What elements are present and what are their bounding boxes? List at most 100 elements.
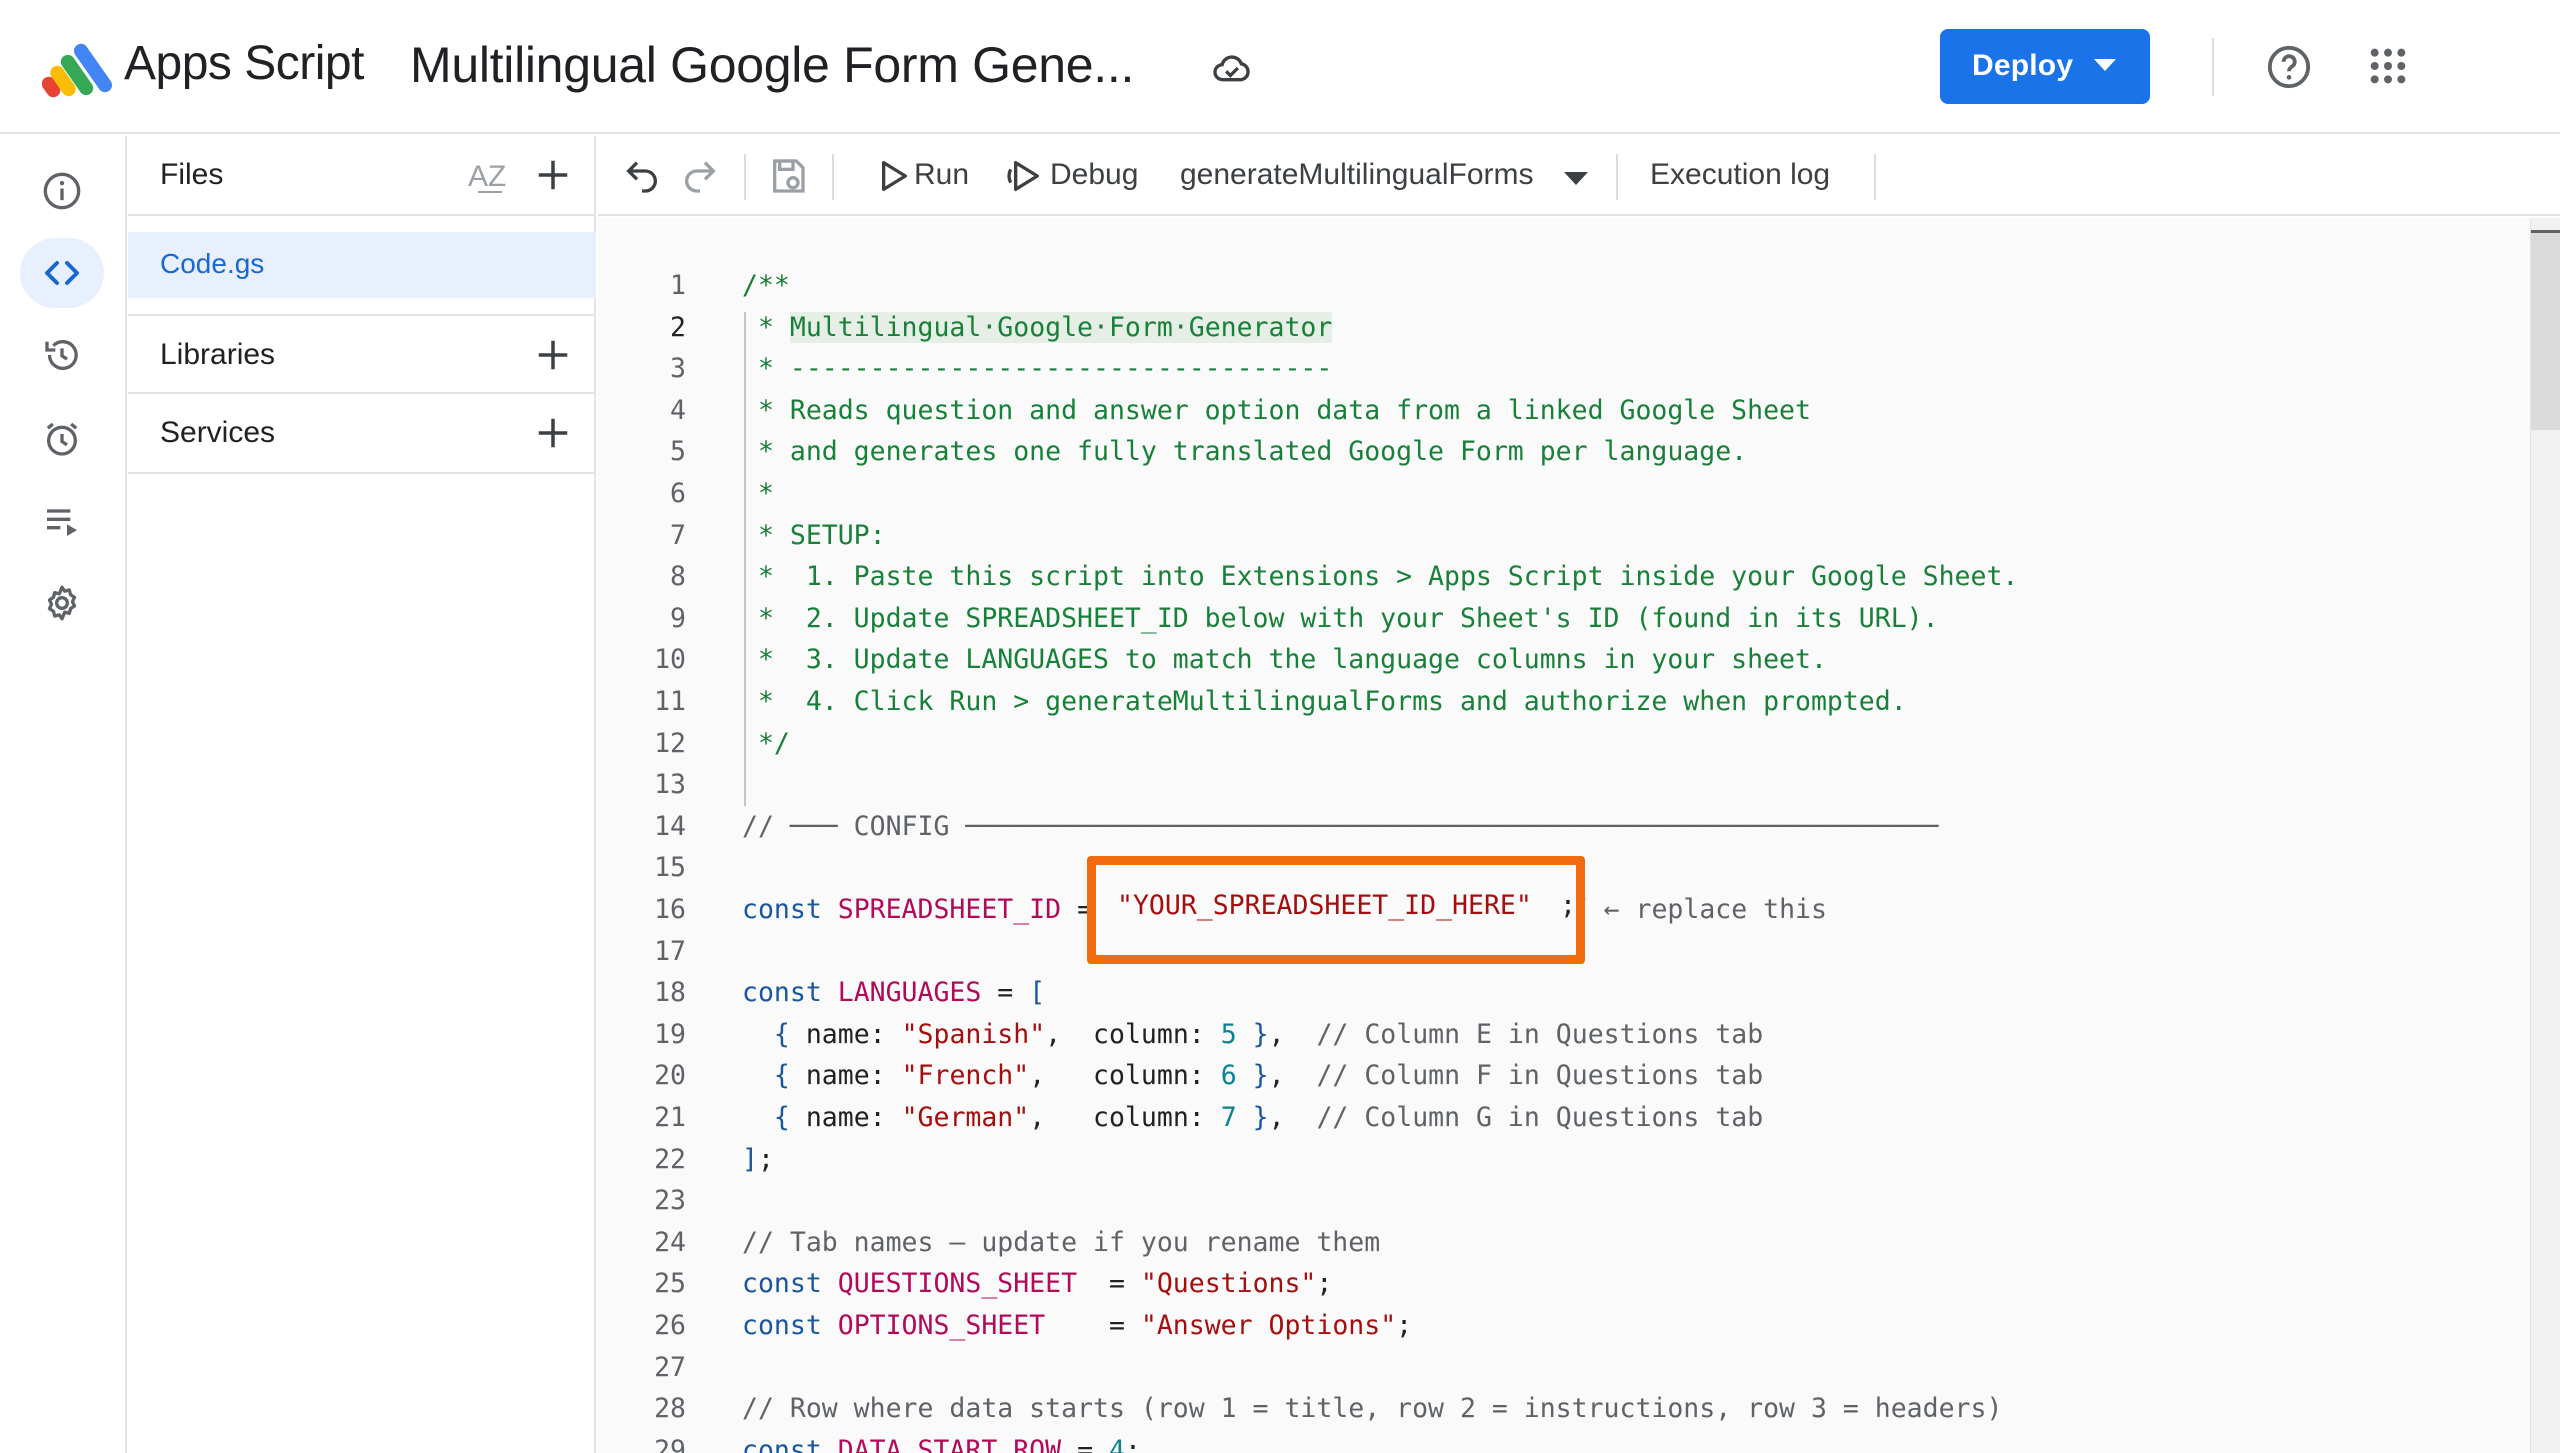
run-button[interactable]: Run — [914, 158, 969, 192]
libraries-section[interactable]: Libraries — [128, 314, 596, 394]
code-token: { — [742, 1102, 806, 1133]
code-text: * Multilingual·Google·Form·Generator — [742, 307, 1333, 348]
debug-button[interactable]: Debug — [1050, 158, 1138, 192]
code-line[interactable]: 23 — [598, 1180, 2530, 1221]
add-service-icon[interactable] — [534, 414, 572, 452]
triggers-button[interactable] — [20, 404, 104, 474]
code-text: * 4. Click Run > generateMultilingualFor… — [742, 681, 1907, 722]
code-line[interactable]: 26 const OPTIONS_SHEET = "Answer Options"… — [598, 1305, 2530, 1346]
code-line[interactable]: 11 * 4. Click Run > generateMultilingual… — [598, 681, 2530, 722]
save-icon[interactable] — [768, 156, 808, 196]
code-line[interactable]: 19 { name: "Spanish", column: 5 }, // Co… — [598, 1014, 2530, 1055]
code-token: * 4. Click Run > generateMultilingualFor… — [742, 686, 1907, 717]
code-token: 5 — [1220, 1018, 1237, 1050]
code-token: const — [742, 977, 838, 1009]
spreadsheet-id-string[interactable]: "YOUR_SPREADSHEET_ID_HERE" — [1117, 885, 1532, 926]
project-title[interactable]: Multilingual Google Form Gene... — [410, 36, 1134, 94]
add-file-icon[interactable] — [534, 156, 572, 194]
code-line[interactable]: 9 * 2. Update SPREADSHEET_ID below with … — [598, 598, 2530, 639]
project-history-button[interactable] — [20, 320, 104, 390]
code-token: = — [1077, 1268, 1141, 1300]
code-line[interactable]: 29 const DATA_START_ROW = 4; — [598, 1430, 2530, 1453]
code-token: , — [1268, 1102, 1317, 1133]
code-line[interactable]: 22]; — [598, 1139, 2530, 1180]
code-token: , — [1268, 1018, 1317, 1050]
code-text: const OPTIONS_SHEET = "Answer Options"; — [742, 1305, 1412, 1346]
line-number: 5 — [670, 436, 686, 468]
code-token: LANGUAGES — [837, 977, 982, 1009]
code-line[interactable]: 4 * Reads question and answer option dat… — [598, 390, 2530, 431]
editor-button[interactable] — [20, 238, 104, 308]
code-line[interactable]: 3 * ---------------------------------- — [598, 348, 2530, 389]
toolbar-divider — [744, 154, 746, 200]
code-line[interactable]: 1 /** — [598, 265, 2530, 306]
code-line[interactable]: 13 — [598, 764, 2530, 805]
code-line[interactable]: 27 — [598, 1347, 2530, 1388]
code-line[interactable]: 20 { name: "French", column: 6 }, // Col… — [598, 1055, 2530, 1096]
services-section[interactable]: Services — [128, 394, 596, 474]
code-token: DATA_START_ROW — [837, 1434, 1062, 1453]
code-text: { name: "German", column: 7 }, // Column… — [742, 1097, 1763, 1138]
line-number: 23 — [654, 1185, 686, 1217]
code-line[interactable]: 18 const LANGUAGES = [ — [598, 972, 2530, 1013]
code-token: */ — [742, 727, 790, 759]
code-text: { name: "Spanish", column: 5 }, // Colum… — [742, 1014, 1763, 1055]
code-token: : — [869, 1102, 902, 1133]
line-number: 8 — [670, 561, 686, 593]
project-settings-button[interactable] — [20, 568, 104, 638]
files-panel: Files AZ Code.gs Libraries Services — [128, 136, 596, 1453]
play-icon[interactable] — [872, 156, 912, 196]
deploy-button[interactable]: Deploy — [1940, 29, 2150, 104]
code-line[interactable]: 7 * SETUP: — [598, 515, 2530, 556]
undo-icon[interactable] — [622, 156, 662, 196]
help-icon[interactable] — [2266, 44, 2312, 90]
overview-button[interactable] — [20, 156, 104, 226]
editor-toolbar: Run Debug generateMultilingualForms Exec… — [598, 136, 2560, 216]
debug-icon[interactable] — [1004, 156, 1044, 196]
add-library-icon[interactable] — [534, 336, 572, 374]
executions-button[interactable] — [20, 486, 104, 556]
execution-log-button[interactable]: Execution log — [1650, 158, 1830, 192]
scrollbar-thumb[interactable] — [2531, 230, 2560, 430]
google-apps-icon[interactable] — [2368, 46, 2408, 86]
code-line[interactable]: 12 */ — [598, 723, 2530, 764]
code-line[interactable]: 28 // Row where data starts (row 1 = titl… — [598, 1388, 2530, 1429]
toolbar-divider — [832, 154, 834, 200]
app-name[interactable]: Apps Script — [124, 36, 364, 91]
code-token: const — [742, 1268, 838, 1300]
function-selector[interactable]: generateMultilingualForms — [1180, 158, 1534, 192]
line-number: 7 — [670, 519, 686, 551]
code-line[interactable]: 10 * 3. Update LANGUAGES to match the la… — [598, 639, 2530, 680]
code-token: * — [742, 478, 774, 509]
line-number: 28 — [654, 1393, 686, 1425]
file-item-code-gs[interactable]: Code.gs — [128, 232, 596, 298]
apps-script-logo-icon — [42, 43, 113, 98]
code-text: const LANGUAGES = [ — [742, 972, 1045, 1013]
code-text: * 1. Paste this script into Extensions >… — [742, 556, 2018, 597]
code-line[interactable]: 24 // Tab names — update if you rename th… — [598, 1222, 2530, 1263]
code-line[interactable]: 6 * — [598, 473, 2530, 514]
code-line[interactable]: 21 { name: "German", column: 7 }, // Col… — [598, 1097, 2530, 1138]
code-line[interactable]: 5 * and generates one fully translated G… — [598, 431, 2530, 472]
code-text: ]; — [742, 1139, 774, 1180]
code-token: } — [1236, 1102, 1269, 1133]
sort-az-icon[interactable]: AZ — [468, 156, 512, 196]
cloud-saved-icon[interactable] — [1212, 48, 1252, 88]
code-token: 6 — [1220, 1060, 1237, 1092]
top-bar: Apps Script Multilingual Google Form Gen… — [0, 0, 2560, 134]
code-line[interactable]: 8 * 1. Paste this script into Extensions… — [598, 556, 2530, 597]
scrollbar-position-marker — [2531, 230, 2560, 233]
deploy-dropdown-arrow-icon[interactable] — [2094, 59, 2116, 71]
redo-icon[interactable] — [680, 156, 720, 196]
code-line[interactable]: 2 * Multilingual·Google·Form·Generator — [598, 307, 2530, 348]
code-text: * 2. Update SPREADSHEET_ID below with yo… — [742, 598, 1939, 639]
code-token: { — [742, 1060, 806, 1092]
code-token: * 1. Paste this script into Extensions >… — [742, 561, 2019, 593]
editor-scrollbar[interactable] — [2530, 218, 2560, 1453]
code-line[interactable]: 25 const QUESTIONS_SHEET = "Questions"; — [598, 1263, 2530, 1304]
code-token: } — [1236, 1060, 1269, 1092]
code-line[interactable]: 14 // ─── CONFIG ────────────────────────… — [598, 806, 2530, 847]
code-token: * 3. Update LANGUAGES to match the langu… — [742, 644, 1827, 676]
code-token: , — [1029, 1060, 1094, 1092]
function-dropdown-arrow-icon[interactable] — [1564, 172, 1588, 185]
